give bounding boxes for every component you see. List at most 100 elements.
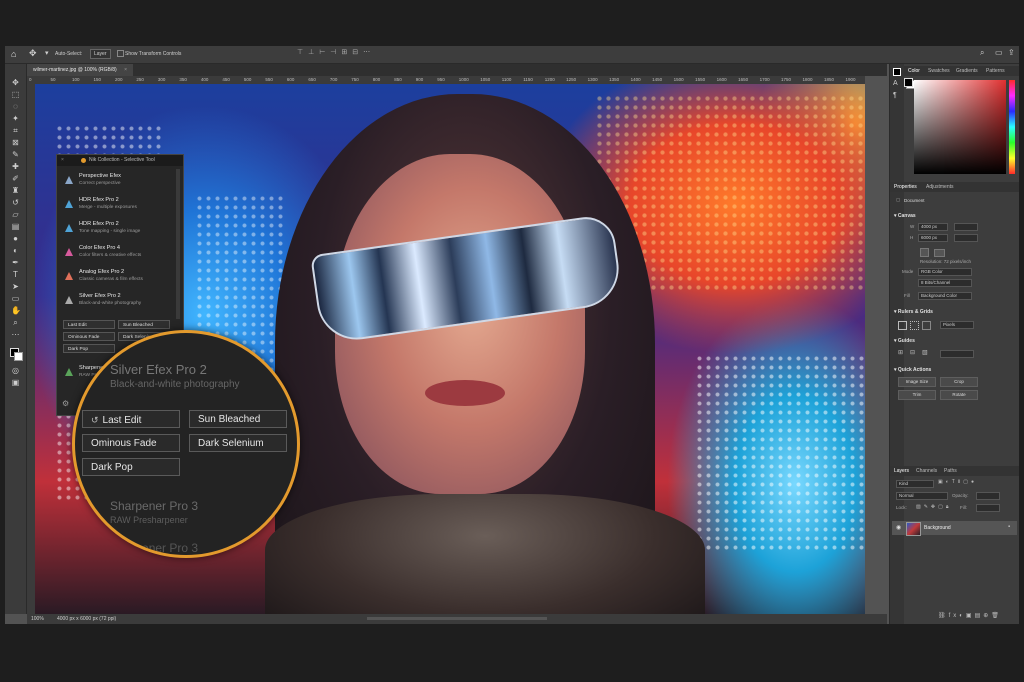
bit-depth-select[interactable]: 8 Bits/Channel [918,279,972,287]
grid-toggle-icon[interactable] [910,321,919,330]
layer-row-background[interactable]: ◉ Background ▪ [892,521,1017,536]
horizontal-scrollbar[interactable] [367,617,547,620]
ruler-toggle-icon[interactable] [898,321,907,330]
settings-icon[interactable]: ⚙ [62,399,69,408]
guides-toggle-icon[interactable]: ⊞ [898,349,903,356]
opacity-field[interactable] [976,492,1000,500]
preset-ominous-fade[interactable]: Ominous Fade [63,332,115,341]
width-field[interactable]: 4000 px [918,223,948,231]
search-icon[interactable]: ⌕ [980,48,984,58]
mode-select[interactable]: RGB Color [918,268,972,276]
nik-item-silver-efex[interactable]: Silver Efex Pro 2 Black-and-white photog… [57,289,175,312]
tab-paths[interactable]: Paths [944,468,957,474]
units-select[interactable]: Pixels [940,321,974,329]
auto-select-checkbox-label[interactable]: Auto-Select: [55,51,82,57]
brush-icon[interactable]: ✐ [11,174,20,183]
show-transform-checkbox[interactable] [117,50,124,57]
nik-item-perspective-efex[interactable]: Perspective Efex Correct perspective [57,169,175,192]
landscape-orientation-button[interactable] [934,249,945,257]
frame-icon[interactable]: ⊠ [11,138,20,147]
home-icon[interactable]: ⌂ [11,49,16,59]
magnifier-preset-last-edit[interactable]: ↺ Last Edit [82,410,180,428]
tab-gradients[interactable]: Gradients [956,68,978,74]
history-brush-icon[interactable]: ↺ [11,198,20,207]
height-field[interactable]: 6000 px [918,234,948,242]
screen-mode-icon[interactable]: ▣ [11,378,20,387]
layer-filter-kind[interactable]: Kind [896,480,934,488]
zoom-icon[interactable]: ⌕ [11,318,20,327]
trim-button[interactable]: Trim [898,390,936,400]
y-field[interactable] [954,234,978,242]
type-icon[interactable]: T [11,270,20,279]
quick-mask-icon[interactable]: ◎ [11,366,20,375]
lasso-icon[interactable]: ◌ [11,102,20,111]
move-icon[interactable]: ✥ [11,78,20,87]
align-icons[interactable]: ⊤⊥⊢⊣⊞⊟⋯ [297,48,375,56]
portrait-orientation-button[interactable] [920,248,929,257]
magnifier-preset-sun-bleached[interactable]: Sun Bleached [189,410,287,428]
fill-field[interactable] [976,504,1000,512]
tab-layers[interactable]: Layers [894,468,909,474]
nik-item-hdr-tonemap[interactable]: HDR Efex Pro 2 Tone mapping - single ima… [57,217,175,240]
foreground-color-chip[interactable] [904,78,913,87]
workspace-icon[interactable]: ▭ [995,48,1003,57]
magic-wand-icon[interactable]: ✦ [11,114,20,123]
auto-select-dropdown[interactable]: Layer [90,49,111,59]
chevron-down-icon[interactable]: ▾ [45,49,49,57]
rotate-button[interactable]: Rotate [940,390,978,400]
document-size[interactable]: 4000 px x 6000 px (72 ppi) [57,616,116,622]
guides-lock-icon[interactable]: ⊟ [910,349,915,356]
hue-slider[interactable] [1009,80,1015,174]
nik-item-hdr-merge[interactable]: HDR Efex Pro 2 Merge - multiple exposure… [57,193,175,216]
more-tools-icon[interactable]: ⋯ [11,330,20,339]
visibility-eye-icon[interactable]: ◉ [896,524,901,531]
nik-item-analog-efex[interactable]: Analog Efex Pro 2 Classic cameras & film… [57,265,175,288]
eraser-icon[interactable]: ▱ [11,210,20,219]
magnifier-preset-dark-selenium[interactable]: Dark Selenium [189,434,287,452]
fill-select[interactable]: Background Color [918,292,972,300]
guides-style-select[interactable] [940,350,974,358]
crop-icon[interactable]: ⌗ [11,126,20,135]
close-icon[interactable]: × [124,67,127,73]
color-picker-field[interactable] [914,80,1006,174]
magnifier-preset-ominous-fade[interactable]: Ominous Fade [82,434,180,452]
pixel-grid-icon[interactable] [922,321,931,330]
color-swatch-icon[interactable] [893,68,901,76]
tab-adjustments[interactable]: Adjustments [926,184,954,190]
close-icon[interactable]: × [61,155,64,166]
path-select-icon[interactable]: ➤ [11,282,20,291]
preset-sun-bleached[interactable]: Sun Bleached [118,320,170,329]
layer-footer-icons[interactable]: ⛓fx◐▣▤⊕🗑︎ [938,612,1002,619]
preset-last-edit[interactable]: Last Edit [63,320,115,329]
share-icon[interactable]: ⇪ [1008,48,1015,57]
healing-icon[interactable]: ✚ [11,162,20,171]
tab-properties[interactable]: Properties [894,184,917,190]
eyedropper-icon[interactable]: ✎ [11,150,20,159]
hand-icon[interactable]: ✋ [11,306,21,315]
blur-icon[interactable]: ● [11,234,20,243]
document-tab[interactable]: wilmer-martinez.jpg @ 100% (RGB/8) × [27,64,134,76]
lock-icons[interactable]: ▨✎✥▢🔒︎ [916,504,952,510]
magnifier-preset-dark-pop[interactable]: Dark Pop [82,458,180,476]
pen-icon[interactable]: ✒ [11,258,20,267]
layer-filter-icons[interactable]: ▣◐TⅡ▢● [938,479,977,485]
tab-color[interactable]: Color [908,68,920,74]
zoom-level[interactable]: 100% [31,616,44,622]
preset-dark-pop[interactable]: Dark Pop [63,344,115,353]
x-field[interactable] [954,223,978,231]
guides-color-icon[interactable]: ▧ [922,349,928,356]
move-tool-icon[interactable]: ✥ [29,48,37,59]
tab-channels[interactable]: Channels [916,468,937,474]
nik-panel-scrollbar[interactable] [176,169,180,319]
paragraph-icon[interactable]: ¶ [893,92,897,99]
background-color-swatch[interactable] [14,352,23,361]
blend-mode-select[interactable]: Normal [896,492,948,500]
nik-item-color-efex[interactable]: Color Efex Pro 4 Color filters & creativ… [57,241,175,264]
image-size-button[interactable]: Image Size [898,377,936,387]
stamp-icon[interactable]: ♜ [11,186,20,195]
marquee-icon[interactable]: ⬚ [11,90,20,99]
gradient-icon[interactable]: ▤ [11,222,20,231]
tab-patterns[interactable]: Patterns [986,68,1005,74]
dodge-icon[interactable]: ◐ [11,246,20,255]
rectangle-icon[interactable]: ▭ [11,294,20,303]
